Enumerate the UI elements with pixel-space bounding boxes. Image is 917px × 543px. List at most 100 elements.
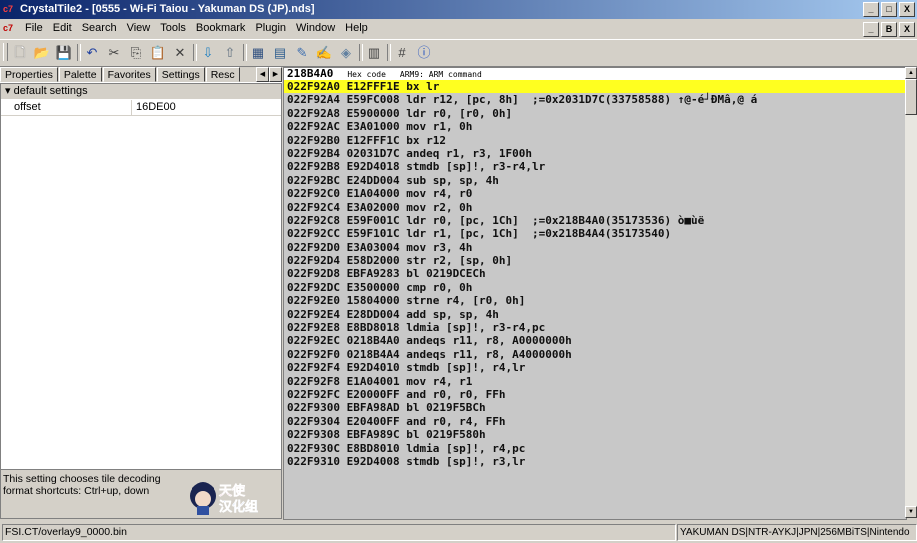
- vertical-scrollbar[interactable]: ▲ ▼: [905, 67, 917, 518]
- disassembly-line[interactable]: 022F92D0 E3A03004 mov r3, 4h: [284, 241, 906, 254]
- menu-tools[interactable]: Tools: [155, 22, 191, 35]
- disassembly-line[interactable]: 022F92FC E20000FF and r0, r0, FFh: [284, 388, 906, 401]
- help-box: This setting chooses tile decoding forma…: [0, 469, 282, 519]
- svg-text:天使: 天使: [219, 483, 246, 499]
- tab-favorites[interactable]: Favorites: [102, 67, 156, 82]
- tab-scroll-right-button[interactable]: ▶: [269, 67, 282, 82]
- status-rom-info: YAKUMAN DS|NTR-AYKJ|JPN|256MBiTS|Nintend…: [677, 524, 917, 541]
- help-icon[interactable]: ⓘ: [414, 43, 434, 63]
- scroll-up-button[interactable]: ▲: [905, 67, 917, 79]
- disassembly-line[interactable]: 022F92D8 EBFA9283 bl 0219DCECh: [284, 267, 906, 280]
- maximize-button[interactable]: □: [881, 2, 897, 17]
- disassembly-line[interactable]: 022F92C8 E59F001C ldr r0, [pc, 1Ch] ;=0x…: [284, 214, 906, 227]
- header-address: 218B4A0: [287, 67, 334, 80]
- disassembly-line[interactable]: 022F92E0 15804000 strne r4, [r0, 0h]: [284, 294, 906, 307]
- tab-settings[interactable]: Settings: [156, 67, 205, 82]
- header-command: ARM9: ARM command: [399, 70, 482, 79]
- edit-icon[interactable]: ✎: [292, 43, 312, 63]
- tianshi-logo: 天使 汉化组: [189, 476, 285, 516]
- export-icon[interactable]: ⇧: [220, 43, 240, 63]
- tab-palette[interactable]: Palette: [58, 67, 102, 82]
- copy-icon[interactable]: ⎘: [126, 43, 146, 63]
- disassembly-line[interactable]: 022F92AC E3A01000 mov r1, 0h: [284, 120, 906, 133]
- grid-icon[interactable]: #: [392, 43, 412, 63]
- tab-scroll-left-button[interactable]: ◀: [256, 67, 269, 82]
- disassembly-line[interactable]: 022F92EC 0218B4A0 andeqs r11, r8, A00000…: [284, 334, 906, 347]
- mdi-minimize-button[interactable]: _: [863, 22, 879, 37]
- image-icon[interactable]: ▦: [248, 43, 268, 63]
- menu-bookmark[interactable]: Bookmark: [191, 22, 251, 35]
- disassembly-line[interactable]: 022F9308 EBFA989C bl 0219F580h: [284, 428, 906, 441]
- mdi-restore-button[interactable]: B: [881, 22, 897, 37]
- document-icon[interactable]: c7: [3, 23, 13, 33]
- import-icon[interactable]: ⇩: [198, 43, 218, 63]
- disassembly-line[interactable]: 022F9310 E92D4008 stmdb [sp]!, r3,lr: [284, 455, 906, 468]
- disassembly-line[interactable]: 022F92C4 E3A02000 mov r2, 0h: [284, 201, 906, 214]
- disassembly-line[interactable]: 022F92D4 E58D2000 str r2, [sp, 0h]: [284, 254, 906, 267]
- properties-panel: Properties Palette Favorites Settings Re…: [0, 67, 282, 519]
- menu-help[interactable]: Help: [340, 22, 373, 35]
- property-group-label: default settings: [13, 85, 88, 97]
- menu-edit[interactable]: Edit: [48, 22, 77, 35]
- scroll-down-button[interactable]: ▼: [905, 506, 917, 518]
- mdi-close-button[interactable]: X: [899, 22, 915, 37]
- disassembly-line[interactable]: 022F92A4 E59FC008 ldr r12, [pc, 8h] ;=0x…: [284, 93, 906, 106]
- status-file: FSI.CT/overlay9_0000.bin: [2, 524, 676, 541]
- disassembly-line[interactable]: 022F92E8 E8BD8018 ldmia [sp]!, r3-r4,pc: [284, 321, 906, 334]
- disassembly-line[interactable]: 022F92DC E3500000 cmp r0, 0h: [284, 281, 906, 294]
- disassembly-line[interactable]: 022F92F8 E1A04001 mov r4, r1: [284, 375, 906, 388]
- svg-text:汉化组: 汉化组: [219, 499, 258, 515]
- menu-file[interactable]: File: [20, 22, 48, 35]
- disassembly-view[interactable]: 218B4A0 Hex code ARM9: ARM command 022F92A…: [283, 67, 907, 520]
- disassembly-line[interactable]: 022F930C E8BD8010 ldmia [sp]!, r4,pc: [284, 442, 906, 455]
- new-file-icon[interactable]: 🗋: [10, 43, 30, 63]
- help-text: This setting chooses tile decoding forma…: [3, 473, 161, 497]
- header-hex: Hex code: [347, 70, 386, 79]
- tab-properties[interactable]: Properties: [0, 67, 58, 82]
- collapse-icon[interactable]: ▾: [5, 85, 11, 97]
- close-button[interactable]: X: [899, 2, 915, 17]
- disassembly-line[interactable]: 022F92BC E24DD004 sub sp, sp, 4h: [284, 174, 906, 187]
- menu-plugin[interactable]: Plugin: [250, 22, 291, 35]
- text-icon[interactable]: ✍: [314, 43, 334, 63]
- status-bar: FSI.CT/overlay9_0000.bin YAKUMAN DS|NTR-…: [0, 521, 917, 543]
- disassembly-line[interactable]: 022F92C0 E1A04000 mov r4, r0: [284, 187, 906, 200]
- palette-icon[interactable]: ◈: [336, 43, 356, 63]
- menu-search[interactable]: Search: [77, 22, 122, 35]
- property-row[interactable]: offset 16DE00: [1, 100, 281, 116]
- disassembly-line[interactable]: 022F92A8 E5900000 ldr r0, [r0, 0h]: [284, 107, 906, 120]
- cut-icon[interactable]: ✂: [104, 43, 124, 63]
- minimize-button[interactable]: _: [863, 2, 879, 17]
- property-group[interactable]: ▾ default settings: [1, 84, 281, 100]
- save-icon[interactable]: 💾: [54, 43, 74, 63]
- rom-icon[interactable]: ▤: [270, 43, 290, 63]
- disassembly-lines: 022F92A0 E12FFF1E bx lr 022F92A4 E59FC008…: [284, 80, 906, 468]
- disassembly-line[interactable]: 022F92F4 E92D4010 stmdb [sp]!, r4,lr: [284, 361, 906, 374]
- disassembly-line[interactable]: 022F92F0 0218B4A4 andeqs r11, r8, A40000…: [284, 348, 906, 361]
- property-key: offset: [1, 100, 132, 115]
- property-value[interactable]: 16DE00: [132, 100, 176, 115]
- tab-resources[interactable]: Resc: [205, 67, 240, 82]
- disassembly-line[interactable]: 022F9300 EBFA98AD bl 0219F5BCh: [284, 401, 906, 414]
- layout-icon[interactable]: ▥: [364, 43, 384, 63]
- title-bar: c7 CrystalTile2 - [0555 - Wi-Fi Taiou - …: [0, 0, 917, 19]
- disassembly-line[interactable]: 022F92B8 E92D4018 stmdb [sp]!, r3-r4,lr: [284, 160, 906, 173]
- disassembly-line[interactable]: 022F9304 E20400FF and r0, r4, FFh: [284, 415, 906, 428]
- undo-icon[interactable]: ↶: [82, 43, 102, 63]
- disassembly-line[interactable]: 022F92A0 E12FFF1E bx lr: [284, 80, 906, 94]
- open-folder-icon[interactable]: 📂: [32, 43, 52, 63]
- toolbar-grip[interactable]: [3, 43, 8, 61]
- ct-logo-icon: c7: [3, 4, 14, 14]
- menu-window[interactable]: Window: [291, 22, 340, 35]
- disassembly-line[interactable]: 022F92B4 02031D7C andeq r1, r3, 1F00h: [284, 147, 906, 160]
- disassembly-header: 218B4A0 Hex code ARM9: ARM command: [284, 68, 906, 80]
- menu-view[interactable]: View: [122, 22, 156, 35]
- toolbar: 🗋 📂 💾 ↶ ✂ ⎘ 📋 ✕ ⇩ ⇧ ▦ ▤ ✎ ✍ ◈ ▥ # ⓘ: [0, 39, 917, 67]
- disassembly-line[interactable]: 022F92E4 E28DD004 add sp, sp, 4h: [284, 308, 906, 321]
- scroll-thumb[interactable]: [905, 79, 917, 115]
- paste-icon[interactable]: 📋: [148, 43, 168, 63]
- disassembly-line[interactable]: 022F92CC E59F101C ldr r1, [pc, 1Ch] ;=0x…: [284, 227, 906, 240]
- delete-icon[interactable]: ✕: [170, 43, 190, 63]
- disassembly-line[interactable]: 022F92B0 E12FFF1C bx r12: [284, 134, 906, 147]
- window-title: CrystalTile2 - [0555 - Wi-Fi Taiou - Yak…: [20, 3, 315, 15]
